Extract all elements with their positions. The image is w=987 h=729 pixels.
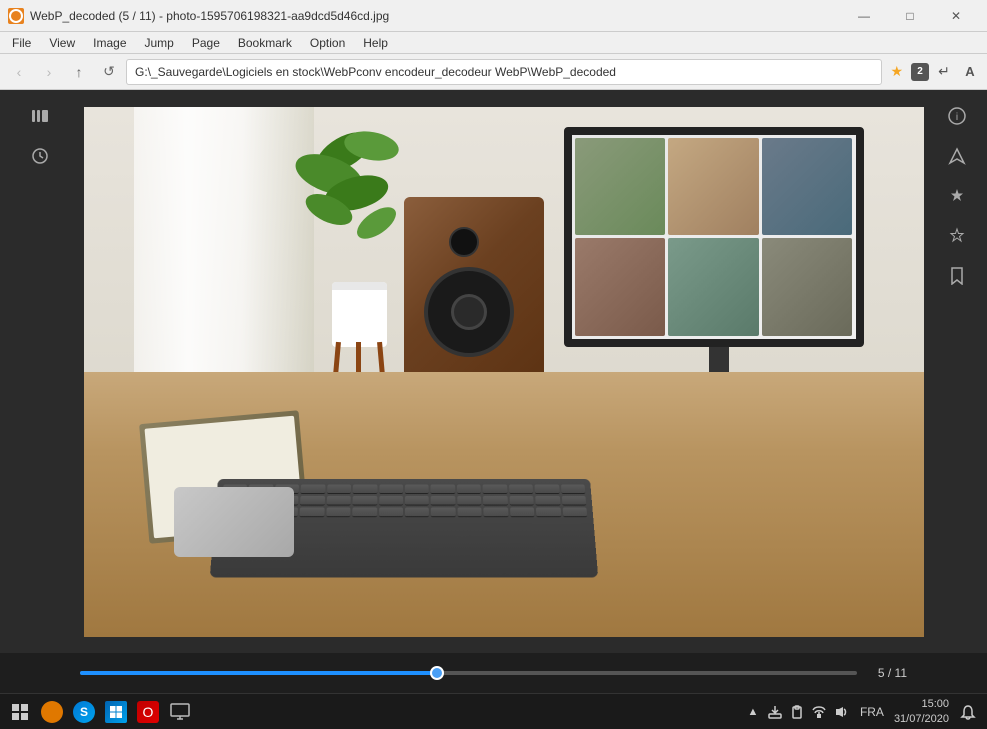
info-icon[interactable]: i (941, 100, 973, 132)
menu-file[interactable]: File (4, 34, 39, 52)
taskbar: S O ▲ (0, 693, 987, 729)
address-bar: ‹ › ↑ ↺ ★ 2 ↵ A (0, 54, 987, 90)
main-image (84, 107, 924, 637)
cortana-button[interactable] (38, 698, 66, 726)
taskbar-right: ▲ (744, 697, 981, 726)
main-area: i (0, 90, 987, 653)
back-button[interactable]: ‹ (6, 59, 32, 85)
font-button[interactable]: A (959, 61, 981, 83)
up-button[interactable]: ↑ (66, 59, 92, 85)
menu-image[interactable]: Image (85, 34, 134, 52)
bookmark-icon[interactable] (941, 260, 973, 292)
display-button[interactable] (166, 698, 194, 726)
title-bar: WebP_decoded (5 / 11) - photo-1595706198… (0, 0, 987, 32)
notification-button[interactable] (955, 699, 981, 725)
office-button[interactable]: O (134, 698, 162, 726)
tray-upload-icon[interactable] (766, 703, 784, 721)
progress-bar-area: 5 / 11 (0, 653, 987, 693)
favorite-star[interactable]: ★ (886, 63, 907, 80)
windows-button[interactable] (102, 698, 130, 726)
title-bar-controls: — □ ✕ (841, 0, 979, 32)
address-badge: 2 (911, 63, 929, 81)
taskbar-left: S O (6, 698, 194, 726)
tray-clipboard-icon[interactable] (788, 703, 806, 721)
minimize-button[interactable]: — (841, 0, 887, 32)
menu-view[interactable]: View (41, 34, 83, 52)
menu-jump[interactable]: Jump (137, 34, 182, 52)
progress-fill (80, 671, 437, 675)
progress-thumb[interactable] (430, 666, 444, 680)
close-button[interactable]: ✕ (933, 0, 979, 32)
menu-help[interactable]: Help (355, 34, 396, 52)
right-sidebar: i (927, 90, 987, 653)
system-tray: ▲ (744, 703, 850, 721)
office-icon: O (137, 701, 159, 723)
menu-bar: File View Image Jump Page Bookmark Optio… (0, 32, 987, 54)
app-icon (8, 8, 24, 24)
window-title: WebP_decoded (5 / 11) - photo-1595706198… (30, 9, 389, 23)
system-clock: 15:00 31/07/2020 (894, 697, 949, 726)
progress-label: 5 / 11 (867, 666, 907, 680)
enter-button[interactable]: ↵ (933, 61, 955, 83)
s-icon: S (73, 701, 95, 723)
library-icon[interactable] (24, 100, 56, 132)
forward-button[interactable]: › (36, 59, 62, 85)
language-label: FRA (860, 705, 884, 719)
clock-time: 15:00 (921, 697, 949, 711)
star-icon[interactable] (941, 220, 973, 252)
address-input[interactable] (126, 59, 882, 85)
title-bar-left: WebP_decoded (5 / 11) - photo-1595706198… (8, 8, 389, 24)
menu-page[interactable]: Page (184, 34, 228, 52)
taskview-button[interactable]: S (70, 698, 98, 726)
history-icon[interactable] (24, 140, 56, 172)
refresh-button[interactable]: ↺ (96, 59, 122, 85)
image-container (80, 90, 927, 653)
navigate-icon[interactable] (941, 140, 973, 172)
menu-option[interactable]: Option (302, 34, 353, 52)
maximize-button[interactable]: □ (887, 0, 933, 32)
menu-bookmark[interactable]: Bookmark (230, 34, 300, 52)
progress-track[interactable] (80, 671, 857, 675)
tray-expand-icon[interactable]: ▲ (744, 703, 762, 721)
tools-icon[interactable] (941, 180, 973, 212)
clock-date: 31/07/2020 (894, 712, 949, 726)
svg-text:i: i (956, 112, 958, 123)
start-button[interactable] (6, 698, 34, 726)
trackpad (174, 487, 294, 557)
left-sidebar (0, 90, 80, 653)
network-icon[interactable] (810, 703, 828, 721)
volume-icon[interactable] (832, 703, 850, 721)
